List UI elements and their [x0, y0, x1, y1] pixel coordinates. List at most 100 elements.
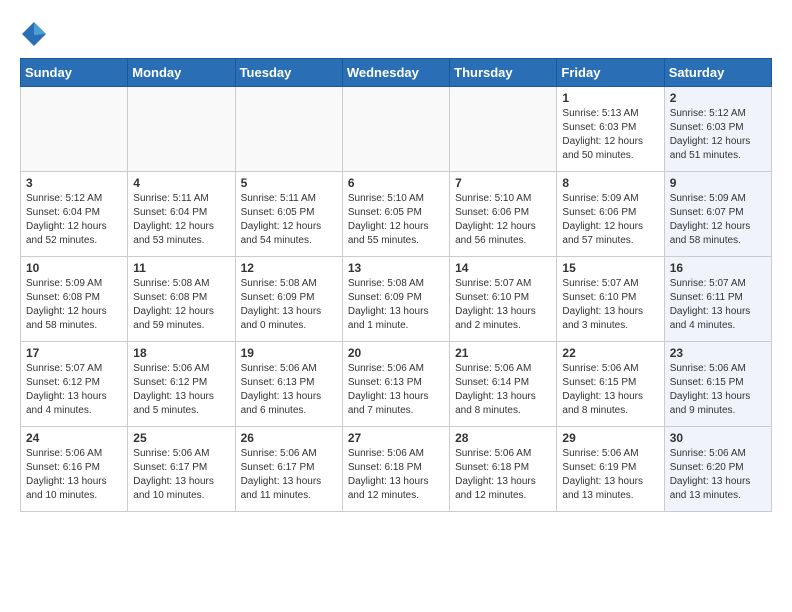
calendar-cell: 22 Sunrise: 5:06 AM Sunset: 6:15 PM Dayli… [557, 342, 664, 427]
calendar-cell: 18 Sunrise: 5:06 AM Sunset: 6:12 PM Dayli… [128, 342, 235, 427]
day-number: 16 [670, 261, 766, 275]
week-row-1: 1 Sunrise: 5:13 AM Sunset: 6:03 PM Daylig… [21, 87, 772, 172]
cell-info: Sunrise: 5:06 AM Sunset: 6:16 PM Dayligh… [26, 447, 122, 503]
cell-info: Sunrise: 5:06 AM Sunset: 6:12 PM Dayligh… [133, 362, 229, 418]
cell-info: Sunrise: 5:10 AM Sunset: 6:06 PM Dayligh… [455, 192, 551, 248]
day-number: 8 [562, 176, 658, 190]
cell-info: Sunrise: 5:06 AM Sunset: 6:17 PM Dayligh… [241, 447, 337, 503]
calendar-cell: 3 Sunrise: 5:12 AM Sunset: 6:04 PM Daylig… [21, 172, 128, 257]
calendar-cell: 16Sunrise: 5:07 AM Sunset: 6:11 PM Dayli… [664, 257, 771, 342]
calendar-cell [342, 87, 449, 172]
calendar-cell [235, 87, 342, 172]
cell-info: Sunrise: 5:08 AM Sunset: 6:08 PM Dayligh… [133, 277, 229, 333]
cell-info: Sunrise: 5:08 AM Sunset: 6:09 PM Dayligh… [348, 277, 444, 333]
calendar-cell: 5 Sunrise: 5:11 AM Sunset: 6:05 PM Daylig… [235, 172, 342, 257]
calendar-cell: 12 Sunrise: 5:08 AM Sunset: 6:09 PM Dayli… [235, 257, 342, 342]
cell-info: Sunrise: 5:06 AM Sunset: 6:19 PM Dayligh… [562, 447, 658, 503]
day-number: 22 [562, 346, 658, 360]
day-number: 29 [562, 431, 658, 445]
day-number: 7 [455, 176, 551, 190]
day-number: 23 [670, 346, 766, 360]
calendar-cell: 17 Sunrise: 5:07 AM Sunset: 6:12 PM Dayli… [21, 342, 128, 427]
day-header-tuesday: Tuesday [235, 59, 342, 87]
cell-info: Sunrise: 5:06 AM Sunset: 6:13 PM Dayligh… [241, 362, 337, 418]
calendar-cell: 26 Sunrise: 5:06 AM Sunset: 6:17 PM Dayli… [235, 427, 342, 512]
day-number: 5 [241, 176, 337, 190]
cell-info: Sunrise: 5:06 AM Sunset: 6:18 PM Dayligh… [348, 447, 444, 503]
calendar-cell: 15 Sunrise: 5:07 AM Sunset: 6:10 PM Dayli… [557, 257, 664, 342]
day-number: 14 [455, 261, 551, 275]
header-row: SundayMondayTuesdayWednesdayThursdayFrid… [21, 59, 772, 87]
day-header-wednesday: Wednesday [342, 59, 449, 87]
day-number: 18 [133, 346, 229, 360]
day-number: 1 [562, 91, 658, 105]
cell-info: Sunrise: 5:06 AM Sunset: 6:17 PM Dayligh… [133, 447, 229, 503]
calendar-cell: 8 Sunrise: 5:09 AM Sunset: 6:06 PM Daylig… [557, 172, 664, 257]
calendar-cell: 29 Sunrise: 5:06 AM Sunset: 6:19 PM Dayli… [557, 427, 664, 512]
cell-info: Sunrise: 5:07 AM Sunset: 6:10 PM Dayligh… [455, 277, 551, 333]
day-number: 27 [348, 431, 444, 445]
day-header-friday: Friday [557, 59, 664, 87]
cell-info: Sunrise: 5:11 AM Sunset: 6:04 PM Dayligh… [133, 192, 229, 248]
week-row-3: 10 Sunrise: 5:09 AM Sunset: 6:08 PM Dayli… [21, 257, 772, 342]
cell-info: Sunrise: 5:06 AM Sunset: 6:18 PM Dayligh… [455, 447, 551, 503]
calendar-cell: 1 Sunrise: 5:13 AM Sunset: 6:03 PM Daylig… [557, 87, 664, 172]
calendar-cell: 11 Sunrise: 5:08 AM Sunset: 6:08 PM Dayli… [128, 257, 235, 342]
day-number: 10 [26, 261, 122, 275]
day-number: 11 [133, 261, 229, 275]
cell-info: Sunrise: 5:08 AM Sunset: 6:09 PM Dayligh… [241, 277, 337, 333]
day-number: 28 [455, 431, 551, 445]
calendar-cell: 20 Sunrise: 5:06 AM Sunset: 6:13 PM Dayli… [342, 342, 449, 427]
cell-info: Sunrise: 5:11 AM Sunset: 6:05 PM Dayligh… [241, 192, 337, 248]
day-header-sunday: Sunday [21, 59, 128, 87]
cell-info: Sunrise: 5:10 AM Sunset: 6:05 PM Dayligh… [348, 192, 444, 248]
day-number: 4 [133, 176, 229, 190]
calendar-cell: 23 Sunrise: 5:06 AM Sunset: 6:15 PM Dayli… [664, 342, 771, 427]
cell-info: Sunrise: 5:06 AM Sunset: 6:15 PM Dayligh… [562, 362, 658, 418]
calendar-cell: 4 Sunrise: 5:11 AM Sunset: 6:04 PM Daylig… [128, 172, 235, 257]
week-row-4: 17 Sunrise: 5:07 AM Sunset: 6:12 PM Dayli… [21, 342, 772, 427]
cell-info: Sunrise: 5:07 AM Sunset: 6:10 PM Dayligh… [562, 277, 658, 333]
calendar-cell: 24 Sunrise: 5:06 AM Sunset: 6:16 PM Dayli… [21, 427, 128, 512]
cell-info: Sunrise: 5:07 AM Sunset: 6:12 PM Dayligh… [26, 362, 122, 418]
calendar-cell [450, 87, 557, 172]
cell-info: Sunrise: 5:06 AM Sunset: 6:15 PM Dayligh… [670, 362, 766, 418]
day-number: 2 [670, 91, 766, 105]
calendar-cell: 7 Sunrise: 5:10 AM Sunset: 6:06 PM Daylig… [450, 172, 557, 257]
day-number: 6 [348, 176, 444, 190]
calendar-cell: 9Sunrise: 5:09 AM Sunset: 6:07 PM Daylig… [664, 172, 771, 257]
day-header-saturday: Saturday [664, 59, 771, 87]
logo-icon [20, 20, 48, 48]
day-number: 9 [670, 176, 766, 190]
day-number: 15 [562, 261, 658, 275]
page-header [20, 20, 772, 48]
calendar-cell: 14 Sunrise: 5:07 AM Sunset: 6:10 PM Dayli… [450, 257, 557, 342]
day-number: 13 [348, 261, 444, 275]
calendar-cell [128, 87, 235, 172]
day-number: 24 [26, 431, 122, 445]
week-row-2: 3 Sunrise: 5:12 AM Sunset: 6:04 PM Daylig… [21, 172, 772, 257]
day-number: 12 [241, 261, 337, 275]
day-number: 20 [348, 346, 444, 360]
day-number: 17 [26, 346, 122, 360]
day-number: 3 [26, 176, 122, 190]
day-number: 26 [241, 431, 337, 445]
cell-info: Sunrise: 5:06 AM Sunset: 6:14 PM Dayligh… [455, 362, 551, 418]
day-number: 25 [133, 431, 229, 445]
cell-info: Sunrise: 5:09 AM Sunset: 6:08 PM Dayligh… [26, 277, 122, 333]
cell-info: Sunrise: 5:06 AM Sunset: 6:13 PM Dayligh… [348, 362, 444, 418]
calendar-cell: 2Sunrise: 5:12 AM Sunset: 6:03 PM Daylig… [664, 87, 771, 172]
cell-info: Sunrise: 5:06 AM Sunset: 6:20 PM Dayligh… [670, 447, 766, 503]
calendar-cell: 21Sunrise: 5:06 AM Sunset: 6:14 PM Dayli… [450, 342, 557, 427]
day-header-monday: Monday [128, 59, 235, 87]
calendar-cell: 19Sunrise: 5:06 AM Sunset: 6:13 PM Dayli… [235, 342, 342, 427]
cell-info: Sunrise: 5:13 AM Sunset: 6:03 PM Dayligh… [562, 107, 658, 163]
calendar-cell: 6 Sunrise: 5:10 AM Sunset: 6:05 PM Daylig… [342, 172, 449, 257]
day-header-thursday: Thursday [450, 59, 557, 87]
calendar-cell: 25 Sunrise: 5:06 AM Sunset: 6:17 PM Dayli… [128, 427, 235, 512]
calendar-table: SundayMondayTuesdayWednesdayThursdayFrid… [20, 58, 772, 512]
calendar-cell: 13 Sunrise: 5:08 AM Sunset: 6:09 PM Dayli… [342, 257, 449, 342]
cell-info: Sunrise: 5:12 AM Sunset: 6:04 PM Dayligh… [26, 192, 122, 248]
cell-info: Sunrise: 5:09 AM Sunset: 6:06 PM Dayligh… [562, 192, 658, 248]
calendar-cell: 27 Sunrise: 5:06 AM Sunset: 6:18 PM Dayli… [342, 427, 449, 512]
